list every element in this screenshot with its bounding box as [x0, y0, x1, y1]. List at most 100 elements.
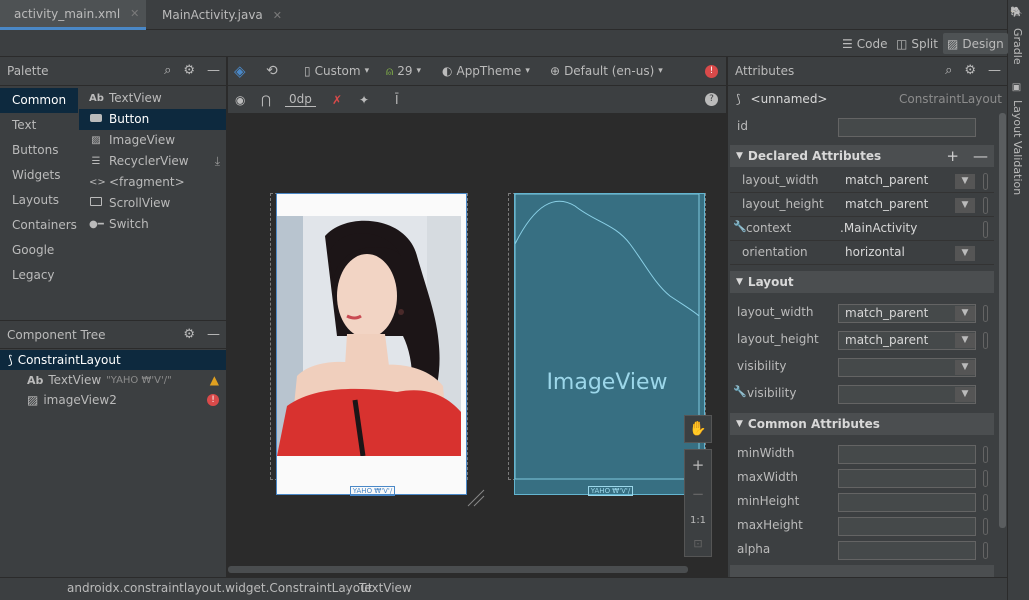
imageview-photo[interactable]	[277, 216, 461, 456]
infer-constraints-icon[interactable]: ✦	[359, 93, 369, 107]
tree-node-constraintlayout[interactable]: ⟆ ConstraintLayout	[0, 350, 226, 370]
gradle-tool-button[interactable]: Gradle	[1011, 28, 1024, 65]
minimize-icon[interactable]: —	[207, 327, 220, 342]
palette-category-google[interactable]: Google	[0, 238, 78, 263]
close-icon[interactable]: ✕	[130, 7, 139, 20]
canvas-horizontal-scrollbar[interactable]	[228, 566, 688, 573]
palette-item-fragment[interactable]: <> <fragment>	[79, 172, 226, 193]
attr-value[interactable]: horizontal	[845, 245, 905, 259]
attributes-vertical-scrollbar[interactable]	[999, 113, 1006, 528]
orientation-icon[interactable]: ⟲	[266, 63, 278, 79]
minwidth-field[interactable]	[838, 445, 976, 464]
error-icon[interactable]: !	[207, 394, 219, 406]
error-icon[interactable]: !	[705, 64, 718, 78]
tree-node-textview[interactable]: Ab TextView "YAHO ₩'V'/" ▲	[0, 370, 226, 390]
palette-item-recyclerview[interactable]: ☰ RecyclerView ⤓	[79, 151, 226, 172]
palette-item-button[interactable]: Button	[79, 109, 226, 130]
resource-picker-pip[interactable]	[983, 446, 988, 463]
pan-hand-button[interactable]: ✋	[684, 415, 712, 443]
chevron-down-icon[interactable]: ▼	[955, 360, 975, 375]
maxheight-field[interactable]	[838, 517, 976, 536]
design-view-button[interactable]: ▨ Design	[943, 33, 1008, 54]
resource-picker-pip[interactable]	[983, 173, 988, 190]
resource-picker-pip[interactable]	[983, 305, 988, 322]
tab-main-activity-java[interactable]: MainActivity.java ✕	[148, 0, 288, 30]
palette-category-legacy[interactable]: Legacy	[0, 263, 78, 288]
breadcrumb-root[interactable]: androidx.constraintlayout.widget.Constra…	[67, 581, 372, 595]
textview-caption[interactable]: YAHO ₩'V'/	[277, 482, 468, 496]
design-surface[interactable]: YAHO ₩'V'/	[276, 193, 468, 496]
resource-picker-pip[interactable]	[983, 470, 988, 487]
layout-validation-tool-button[interactable]: Layout Validation	[1011, 100, 1024, 195]
chevron-down-icon[interactable]: ▼	[955, 174, 975, 189]
declared-attributes-header[interactable]: ▼ Declared Attributes + —	[730, 145, 994, 167]
eye-icon[interactable]: ◉	[235, 93, 245, 107]
minheight-field[interactable]	[838, 493, 976, 512]
device-dropdown[interactable]: ▯ Custom ▾	[304, 64, 369, 78]
default-margin-field[interactable]: 0dp	[285, 92, 316, 107]
resource-picker-pip[interactable]	[983, 494, 988, 511]
chevron-down-icon[interactable]: ▼	[955, 333, 975, 348]
palette-category-widgets[interactable]: Widgets	[0, 163, 78, 188]
tab-activity-main-xml[interactable]: activity_main.xml ✕	[0, 0, 146, 30]
palette-item-textview[interactable]: Ab TextView	[79, 88, 226, 109]
clear-constraints-icon[interactable]: ✗	[332, 93, 342, 107]
api-dropdown[interactable]: ⍝ 29 ▾	[386, 64, 421, 79]
id-field[interactable]	[838, 118, 976, 137]
palette-item-scrollview[interactable]: ScrollView	[79, 193, 226, 214]
locale-dropdown[interactable]: ⊕ Default (en-us) ▾	[550, 64, 663, 78]
split-view-button[interactable]: ◫ Split	[892, 33, 942, 54]
blueprint-caption[interactable]: YAHO ₩'V'/	[515, 482, 706, 496]
attr-value[interactable]: match_parent	[845, 173, 928, 187]
alpha-field[interactable]	[838, 541, 976, 560]
resource-picker-pip[interactable]	[983, 518, 988, 535]
search-icon[interactable]: ⌕	[945, 63, 952, 78]
layout-section-header[interactable]: ▼ Layout	[730, 271, 994, 293]
minimize-icon[interactable]: —	[988, 63, 1001, 78]
resource-picker-pip[interactable]	[983, 332, 988, 349]
warning-icon[interactable]: ▲	[210, 373, 219, 387]
breadcrumb-leaf[interactable]: TextView	[359, 581, 412, 595]
zoom-in-button[interactable]: +	[692, 456, 705, 474]
chevron-down-icon[interactable]: ▼	[955, 198, 975, 213]
magnet-off-icon[interactable]: ⋂	[261, 93, 271, 107]
palette-category-containers[interactable]: Containers	[0, 213, 78, 238]
close-icon[interactable]: ✕	[273, 9, 282, 22]
search-icon[interactable]: ⌕	[164, 63, 171, 78]
remove-attribute-button[interactable]: —	[973, 147, 988, 165]
palette-category-buttons[interactable]: Buttons	[0, 138, 78, 163]
resource-picker-pip[interactable]	[983, 221, 988, 238]
tree-node-imageview2[interactable]: ▨ imageView2 !	[0, 390, 226, 410]
palette-category-common[interactable]: Common	[0, 88, 78, 113]
palette-item-imageview[interactable]: ▨ ImageView	[79, 130, 226, 151]
chevron-down-icon[interactable]: ▼	[955, 246, 975, 261]
minimize-icon[interactable]: —	[207, 63, 220, 78]
blueprint-surface[interactable]: ImageView YAHO ₩'V'/	[514, 193, 706, 496]
palette-item-switch[interactable]: ●━ Switch	[79, 214, 226, 235]
zoom-fit-icon[interactable]: ⊡	[693, 537, 702, 550]
zoom-out-button[interactable]: −	[692, 485, 705, 503]
common-attributes-header[interactable]: ▼ Common Attributes	[730, 413, 994, 435]
resize-handle[interactable]	[466, 488, 486, 508]
gear-icon[interactable]: ⚙	[183, 63, 195, 78]
maxwidth-field[interactable]	[838, 469, 976, 488]
chevron-down-icon[interactable]: ▼	[955, 306, 975, 321]
zoom-actual-size-button[interactable]: 1:1	[690, 515, 706, 526]
chevron-down-icon[interactable]: ▼	[955, 387, 975, 402]
theme-dropdown[interactable]: ◐ AppTheme ▾	[442, 64, 530, 78]
gear-icon[interactable]: ⚙	[183, 327, 195, 342]
resource-picker-pip[interactable]	[983, 542, 988, 559]
attr-value[interactable]: .MainActivity	[840, 221, 917, 235]
resource-picker-pip[interactable]	[983, 197, 988, 214]
download-icon[interactable]: ⤓	[215, 151, 220, 172]
palette-category-layouts[interactable]: Layouts	[0, 188, 78, 213]
palette-item-label: Button	[109, 112, 150, 126]
add-attribute-button[interactable]: +	[946, 147, 959, 165]
guidelines-icon[interactable]: Ī	[395, 93, 399, 107]
help-icon[interactable]: ?	[705, 93, 718, 106]
palette-category-text[interactable]: Text	[0, 113, 78, 138]
code-view-button[interactable]: ☰ Code	[838, 33, 892, 54]
gear-icon[interactable]: ⚙	[964, 63, 976, 78]
attr-value[interactable]: match_parent	[845, 197, 928, 211]
layers-icon[interactable]: ◈	[234, 62, 246, 80]
